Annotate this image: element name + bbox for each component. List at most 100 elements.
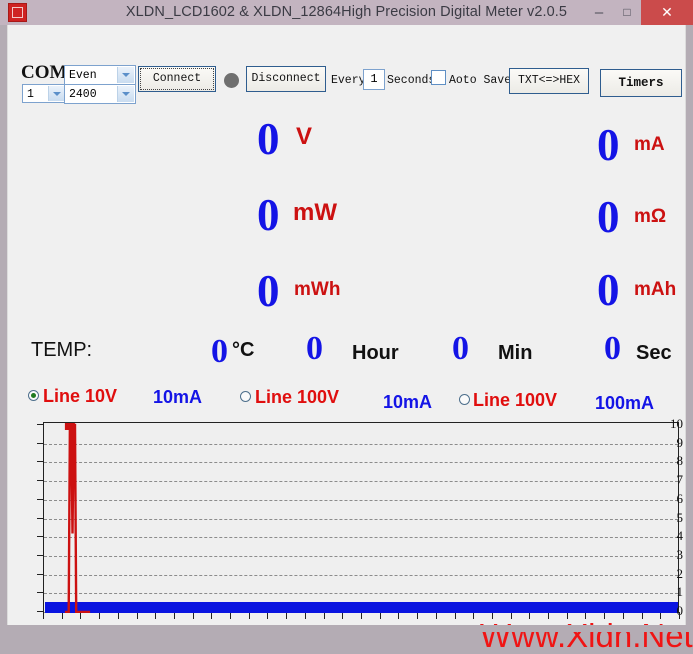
chart-x-tick xyxy=(417,613,418,619)
second-value: 0 xyxy=(604,330,621,367)
minute-label: Min xyxy=(498,342,533,364)
charge-value: 0 xyxy=(597,265,620,315)
voltage-value: 0 xyxy=(257,114,280,164)
title-bar: XLDN_LCD1602 & XLDN_12864High Precision … xyxy=(0,0,693,25)
chart-x-tick xyxy=(80,613,81,619)
maximize-button[interactable]: □ xyxy=(613,0,641,25)
chart-x-tick xyxy=(361,613,362,619)
chart-x-tick xyxy=(118,613,119,619)
chart-y-tick-label: 8 xyxy=(676,453,684,469)
app-window: XLDN_LCD1602 & XLDN_12864High Precision … xyxy=(0,0,693,652)
chart-x-tick xyxy=(380,613,381,619)
chart-x-tick xyxy=(398,613,399,619)
minute-value: 0 xyxy=(452,330,469,367)
com-label: COM xyxy=(21,62,68,83)
chart-x-tick xyxy=(473,613,474,619)
chart-y-tick-label: 1 xyxy=(676,584,684,600)
resistance-value: 0 xyxy=(597,192,620,242)
chart-x-tick xyxy=(455,613,456,619)
hour-value: 0 xyxy=(306,330,323,367)
close-button[interactable]: ✕ xyxy=(641,0,693,25)
power-unit: mW xyxy=(293,199,337,226)
chevron-down-icon[interactable] xyxy=(48,86,65,101)
energy-unit: mWh xyxy=(294,279,341,300)
chart-x-tick xyxy=(230,613,231,619)
client-area: COM 1 Even 2400 Connect Disconnect Every… xyxy=(7,25,693,652)
com-port-select[interactable]: 1 xyxy=(22,84,67,103)
radio-line-100v-100ma-label: Line 100V xyxy=(473,390,558,410)
hour-label: Hour xyxy=(352,342,399,364)
radio-line-100v-10ma[interactable] xyxy=(240,391,251,402)
chart-y-tick xyxy=(37,536,43,538)
radio-line-100v-100ma-current: 100mA xyxy=(595,393,655,413)
chart-x-tick xyxy=(62,613,63,619)
chart-y-tick-label: 6 xyxy=(676,490,684,506)
power-value: 0 xyxy=(257,190,280,240)
timers-button[interactable]: Timers xyxy=(600,69,682,97)
chart-y-tick xyxy=(37,517,43,519)
temp-label: TEMP: xyxy=(31,339,93,361)
radio-line-100v-100ma[interactable] xyxy=(459,394,470,405)
site-watermark: Www.Xldn.Net xyxy=(480,617,693,654)
chart-y-tick xyxy=(37,498,43,500)
chart-y-tick-label: 10 xyxy=(670,416,683,431)
connection-status-led xyxy=(224,73,239,88)
charge-unit: mAh xyxy=(634,279,677,300)
chart-x-tick xyxy=(43,613,44,619)
radio-line-10v-current: 10mA xyxy=(153,387,203,407)
voltage-unit: V xyxy=(296,123,313,150)
chart-series-voltage xyxy=(64,423,91,613)
autosave-checkbox[interactable] xyxy=(431,70,446,85)
chart-x-tick xyxy=(342,613,343,619)
chart-x-tick xyxy=(267,613,268,619)
chart-x-tick xyxy=(305,613,306,619)
chart-x-tick xyxy=(137,613,138,619)
chevron-down-icon[interactable] xyxy=(117,86,134,102)
radio-line-100v-10ma-current: 10mA xyxy=(383,392,433,412)
seconds-label: Seconds xyxy=(387,74,436,87)
chart-y-tick-label: 3 xyxy=(676,546,684,562)
chart-x-tick xyxy=(324,613,325,619)
radio-line-10v[interactable] xyxy=(28,390,39,401)
chart-x-tick xyxy=(249,613,250,619)
chart-y-tick-label: 9 xyxy=(676,434,684,450)
connection-toolbar: COM 1 Even 2400 Connect Disconnect Every… xyxy=(8,25,687,104)
current-value: 0 xyxy=(597,120,620,170)
chart-plot-area xyxy=(43,422,679,613)
chart-voltage-path xyxy=(64,423,91,613)
chart-y-tick-label: 7 xyxy=(676,472,684,488)
baudrate-value: 2400 xyxy=(69,88,97,101)
chart-y-tick xyxy=(37,461,43,463)
window-bottom-edge xyxy=(0,625,693,632)
chart-peak-marker xyxy=(64,423,75,430)
baudrate-select[interactable]: 2400 xyxy=(64,84,136,104)
chart-x-tick xyxy=(286,613,287,619)
chart-y-tick xyxy=(37,554,43,556)
chart-x-tick xyxy=(99,613,100,619)
chart-x-tick xyxy=(174,613,175,619)
chart-y-tick xyxy=(37,424,43,425)
chart-x-tick xyxy=(155,613,156,619)
chevron-down-icon[interactable] xyxy=(117,67,134,83)
chart-x-tick xyxy=(436,613,437,619)
chart-y-tick-label: 5 xyxy=(676,509,684,525)
chart-y-tick xyxy=(37,573,43,575)
energy-value: 0 xyxy=(257,266,280,316)
minimize-button[interactable]: – xyxy=(585,0,613,25)
connect-button[interactable]: Connect xyxy=(138,66,216,92)
parity-value: Even xyxy=(69,69,97,82)
temp-unit: °C xyxy=(232,339,255,361)
chart-y-tick xyxy=(37,480,43,482)
chart-y-tick-label: 2 xyxy=(676,565,684,581)
chart-y-tick xyxy=(37,442,43,444)
radio-line-10v-label: Line 10V xyxy=(43,386,118,406)
chart-x-tick xyxy=(211,613,212,619)
interval-input[interactable]: 1 xyxy=(363,69,385,90)
txt-hex-button[interactable]: TXT<=>HEX xyxy=(509,68,589,94)
chart-y-tick-label: 4 xyxy=(676,528,684,544)
temp-value: 0 xyxy=(211,333,228,370)
disconnect-button[interactable]: Disconnect xyxy=(246,66,326,92)
parity-select[interactable]: Even xyxy=(64,65,136,85)
measurement-chart[interactable]: 0 1 2 3 4 5 6 7 8 9 10 xyxy=(12,417,683,621)
radio-line-100v-10ma-label: Line 100V xyxy=(255,387,340,407)
